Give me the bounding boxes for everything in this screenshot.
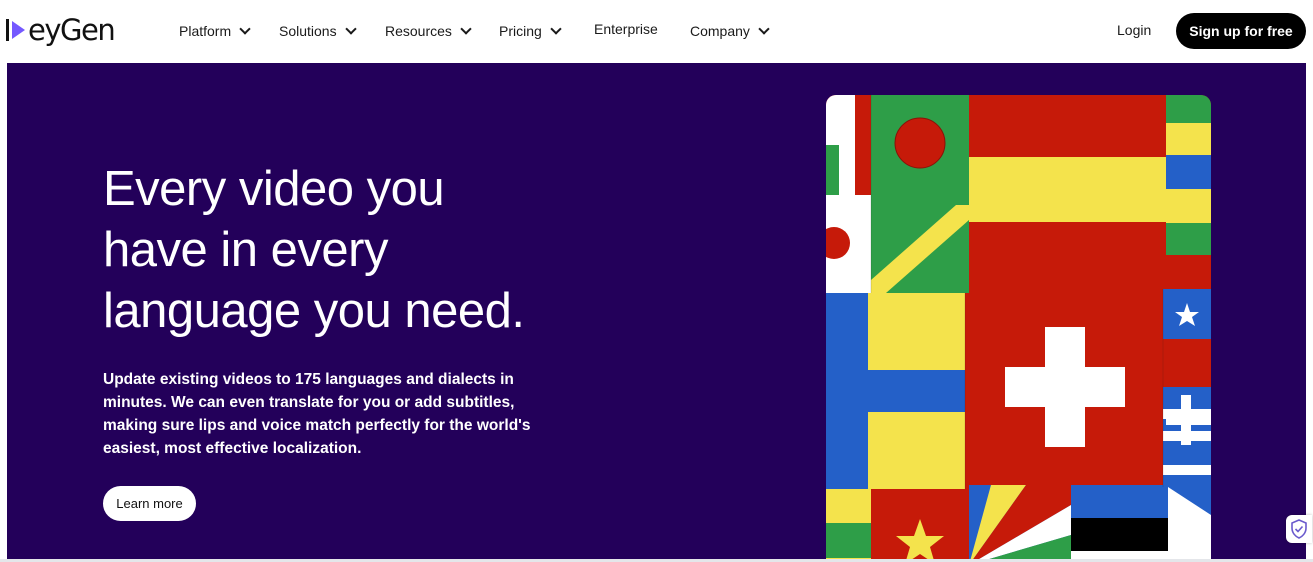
logo-text: eyGen xyxy=(28,13,116,47)
chevron-down-icon xyxy=(758,23,770,35)
learn-more-button[interactable]: Learn more xyxy=(103,486,196,521)
nav-item-label: Company xyxy=(690,23,750,39)
chevron-down-icon xyxy=(344,23,357,35)
nav-item-label: Resources xyxy=(385,23,452,39)
top-navigation: eyGen Platform Solutions Resources Prici… xyxy=(0,0,1313,62)
shield-check-icon xyxy=(1291,519,1307,539)
nav-item-label: Platform xyxy=(179,23,232,39)
nav-item-label: Enterprise xyxy=(594,21,658,37)
privacy-badge[interactable] xyxy=(1286,515,1312,543)
nav-item-solutions[interactable]: Solutions xyxy=(279,23,357,39)
nav-item-company[interactable]: Company xyxy=(690,23,770,39)
headline-line: language you need. xyxy=(103,284,525,338)
nav-item-resources[interactable]: Resources xyxy=(385,23,472,39)
heygen-logo[interactable]: eyGen xyxy=(6,12,116,48)
login-link[interactable]: Login xyxy=(1117,22,1151,38)
nav-item-label: Pricing xyxy=(499,23,542,39)
hero-subtext: Update existing videos to 175 languages … xyxy=(103,371,531,457)
flags-collage-image xyxy=(826,95,1211,562)
hero-section: Every video you have in every language y… xyxy=(7,63,1306,562)
nav-item-platform[interactable]: Platform xyxy=(179,23,251,39)
headline-line: Every video you xyxy=(103,162,445,216)
logo-bar xyxy=(6,19,9,41)
nav-item-enterprise[interactable]: Enterprise xyxy=(594,21,658,37)
chevron-down-icon xyxy=(460,23,472,35)
signup-button[interactable]: Sign up for free xyxy=(1176,13,1306,49)
chevron-down-icon xyxy=(550,23,562,35)
nav-item-pricing[interactable]: Pricing xyxy=(499,23,562,39)
headline-line: have in every xyxy=(103,223,388,277)
nav-item-label: Solutions xyxy=(279,23,337,39)
logo-play-icon xyxy=(12,21,25,39)
hero-headline: Every video you have in every language y… xyxy=(103,159,663,342)
chevron-down-icon xyxy=(239,23,251,35)
